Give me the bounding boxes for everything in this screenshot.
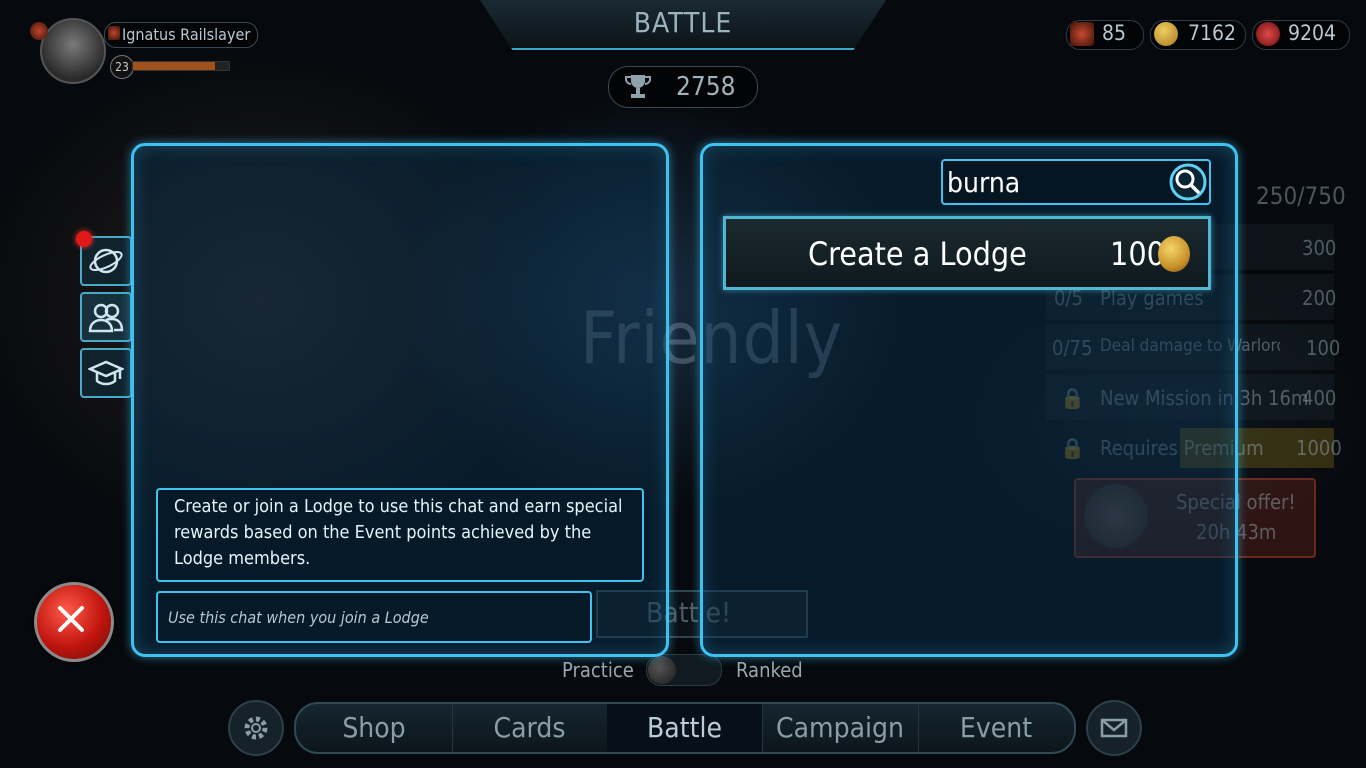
mission-reward: 1000 <box>1296 436 1342 460</box>
cards-currency-icon <box>1070 22 1094 46</box>
trophy-count: 2758 <box>676 72 736 102</box>
player-level: 23 <box>110 55 134 79</box>
currency-value-gems: 9204 <box>1288 21 1337 45</box>
faction-icon <box>30 22 48 40</box>
lodge-members-icon <box>88 303 124 333</box>
nav-tab-battle[interactable]: Battle <box>607 704 763 752</box>
xp-bar <box>132 61 230 71</box>
toggle-knob[interactable] <box>648 656 676 684</box>
mission-reward: 300 <box>1302 236 1337 260</box>
nav-tab-cards[interactable]: Cards <box>452 704 608 752</box>
red-gem-icon <box>1256 22 1280 46</box>
mission-reward: 400 <box>1302 386 1337 410</box>
currency-value-gold: 7162 <box>1188 21 1237 45</box>
toggle-ranked-label: Ranked <box>736 658 803 682</box>
mail-button[interactable] <box>1086 700 1142 756</box>
academy-cap-icon <box>88 360 124 386</box>
nav-tab-campaign[interactable]: Campaign <box>762 704 919 752</box>
nav-tab-shop[interactable]: Shop <box>296 704 453 752</box>
screen-title: BATTLE <box>633 6 733 39</box>
mail-icon <box>1100 718 1128 738</box>
rank-icon <box>108 26 120 40</box>
search-icon[interactable] <box>1168 162 1208 202</box>
chat-input[interactable] <box>156 591 592 643</box>
close-icon <box>58 606 84 632</box>
mission-reward: 100 <box>1306 336 1341 360</box>
trophy-icon <box>625 75 651 98</box>
nav-tab-event[interactable]: Event <box>918 704 1074 752</box>
event-points: 250/750 <box>1256 182 1346 210</box>
close-button[interactable] <box>34 582 114 662</box>
mission-reward: 200 <box>1302 286 1337 310</box>
globe-chat-icon <box>89 248 123 274</box>
lodge-info-text: Create or join a Lodge to use this chat … <box>174 496 623 569</box>
create-lodge-cost: 100 <box>1110 235 1165 273</box>
notification-dot <box>76 231 92 247</box>
xp-bar-fill <box>133 62 215 70</box>
gear-icon <box>244 716 268 740</box>
settings-button[interactable] <box>228 700 284 756</box>
gold-coin-icon <box>1158 236 1190 272</box>
currency-value-cards: 85 <box>1102 21 1127 45</box>
player-avatar[interactable] <box>40 18 106 84</box>
gold-coin-icon <box>1154 22 1178 46</box>
side-tab-academy[interactable] <box>80 348 132 398</box>
create-lodge-label: Create a Lodge <box>808 235 1027 273</box>
toggle-practice-label: Practice <box>562 658 634 682</box>
bottom-nav: Shop Cards Battle Campaign Event <box>294 702 1076 754</box>
player-name: Ignatus Railslayer <box>122 25 251 44</box>
side-tab-lodge[interactable] <box>80 292 132 342</box>
